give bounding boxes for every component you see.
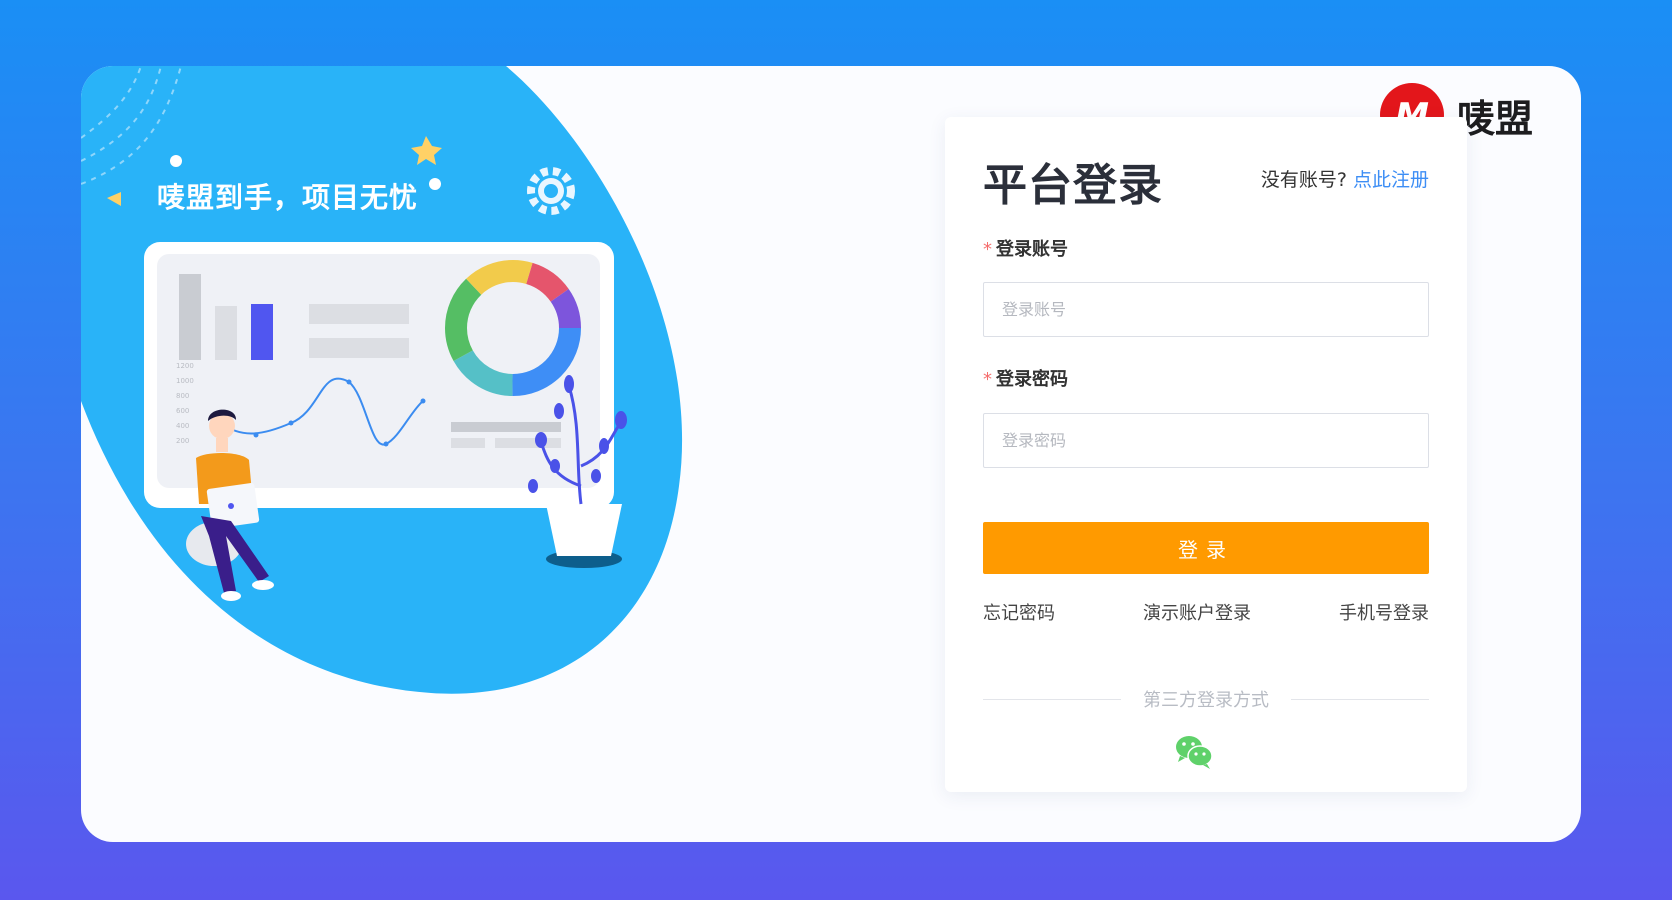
svg-text:800: 800 — [176, 392, 189, 400]
password-label-text: 登录密码 — [996, 369, 1068, 390]
third-party-label: 第三方登录方式 — [1121, 686, 1291, 712]
svg-text:200: 200 — [176, 437, 189, 445]
login-title: 平台登录 — [983, 160, 1163, 211]
svg-text:400: 400 — [176, 422, 189, 430]
wechat-icon[interactable] — [1174, 732, 1214, 770]
svg-text:600: 600 — [176, 407, 189, 415]
svg-text:1000: 1000 — [176, 377, 194, 385]
register-hint: 没有账号? — [1260, 169, 1347, 191]
required-mark: * — [983, 369, 992, 390]
login-panel: 平台登录 没有账号? 点此注册 *登录账号 *登录密码 登录 忘记密码 演示账户… — [945, 117, 1467, 792]
required-mark: * — [983, 239, 992, 260]
demo-login-link[interactable]: 演示账户登录 — [1143, 599, 1251, 625]
brand-name: 唛盟 — [1456, 96, 1533, 141]
account-label-text: 登录账号 — [996, 239, 1068, 260]
password-label: * 登录密码 — [983, 365, 1068, 391]
register-row: 没有账号? 点此注册 — [1261, 165, 1429, 192]
login-button[interactable]: 登录 — [983, 522, 1429, 574]
forgot-password-link[interactable]: 忘记密码 — [983, 599, 1055, 625]
svg-text:1200: 1200 — [176, 362, 194, 370]
main-card: 1200 1000 800 600 400 200 唛盟到手，项目无忧 M 唛盟… — [81, 66, 1581, 842]
password-input[interactable] — [983, 413, 1429, 468]
register-link[interactable]: 点此注册 — [1353, 169, 1429, 191]
account-input[interactable] — [983, 282, 1429, 337]
hero-slogan: 唛盟到手，项目无忧 — [157, 181, 419, 214]
account-label: * 登录账号 — [983, 235, 1068, 261]
login-options: 忘记密码 演示账户登录 手机号登录 — [983, 599, 1429, 625]
phone-login-link[interactable]: 手机号登录 — [1339, 599, 1429, 625]
